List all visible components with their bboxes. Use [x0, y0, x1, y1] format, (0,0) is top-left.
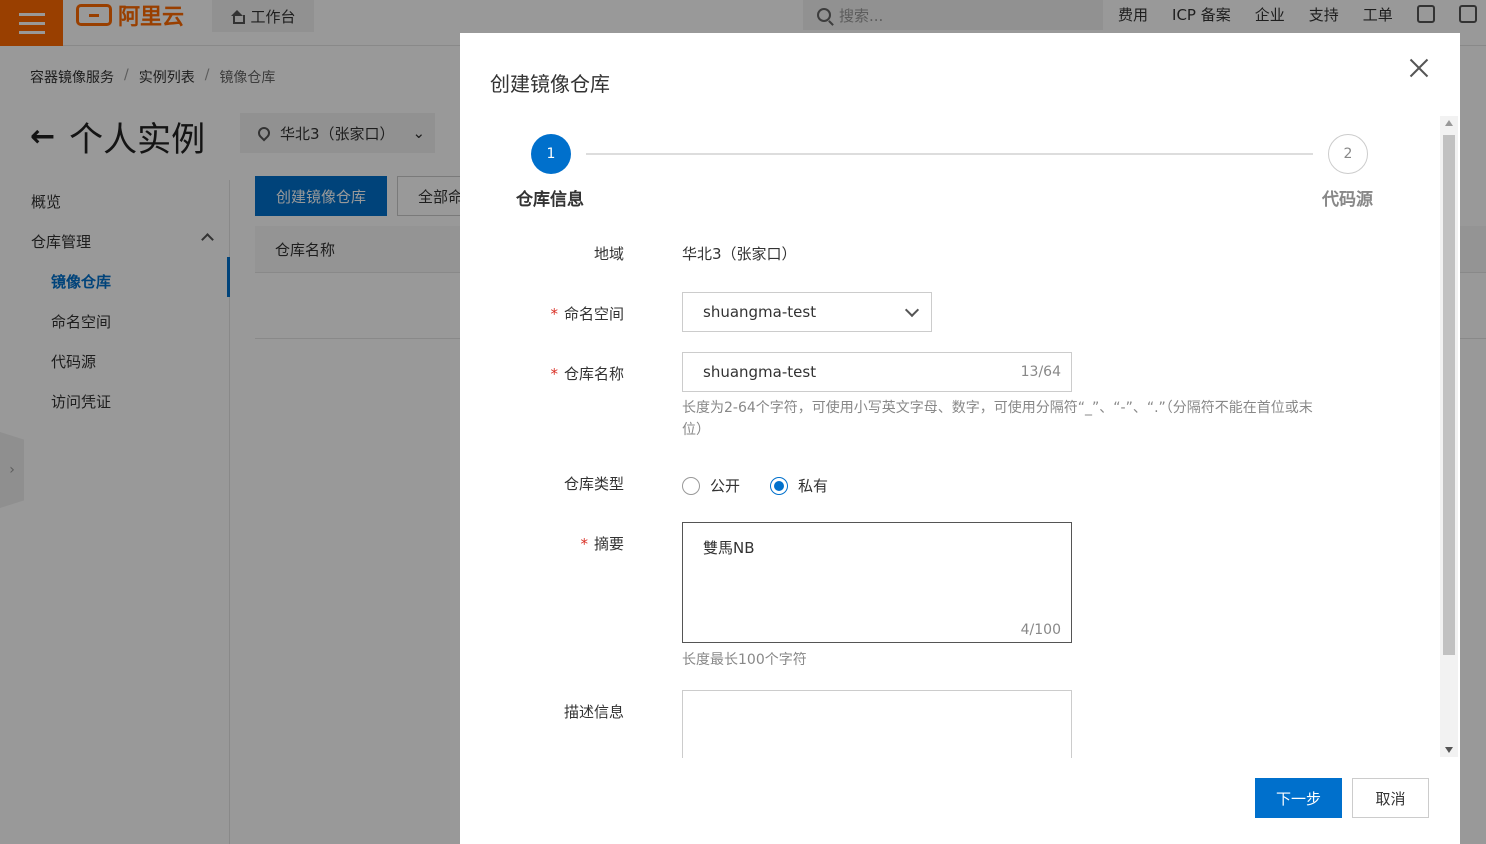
scroll-up-arrow-icon[interactable] — [1445, 120, 1453, 126]
namespace-label: * 命名空间 — [460, 303, 624, 324]
repo-name-input[interactable]: shuangma-test 13/64 — [682, 352, 1072, 392]
step-2-label: 代码源 — [1322, 190, 1373, 210]
region-value: 华北3（张家口） — [682, 245, 797, 263]
namespace-select[interactable]: shuangma-test — [682, 292, 932, 332]
namespace-select-value: shuangma-test — [703, 303, 817, 321]
repo-type-public-label[interactable]: 公开 — [710, 475, 740, 496]
description-textarea[interactable] — [682, 690, 1072, 758]
summary-counter: 4/100 — [1020, 622, 1061, 638]
dialog-title: 创建镜像仓库 — [490, 72, 610, 96]
summary-textarea[interactable]: 雙馬NB 4/100 — [682, 522, 1072, 643]
repo-name-hint: 长度为2-64个字符，可使用小写英文字母、数字，可使用分隔符“_”、“-”、“.… — [682, 400, 1313, 438]
step-2-indicator: 2 — [1328, 134, 1368, 174]
required-mark: * — [580, 535, 588, 553]
repo-name-label-text: 仓库名称 — [563, 365, 624, 383]
next-step-button[interactable]: 下一步 — [1255, 778, 1342, 818]
repo-type-public-radio[interactable] — [682, 476, 700, 495]
summary-label-text: 摘要 — [593, 535, 624, 553]
step-1-indicator: 1 — [531, 134, 571, 174]
dialog-scrollbar[interactable] — [1440, 116, 1458, 757]
chevron-down-icon — [904, 302, 920, 318]
repo-type-private-radio[interactable] — [770, 476, 789, 495]
repo-type-label: 仓库类型 — [563, 475, 624, 493]
create-repo-dialog: 创建镜像仓库 1 2 仓库信息 代码源 地域 华北3（张家口） * 命名空间 sh… — [460, 33, 1460, 844]
region-label: 地域 — [593, 245, 624, 263]
summary-value: 雙馬NB — [703, 539, 755, 557]
repo-type-private-label[interactable]: 私有 — [798, 475, 828, 496]
repo-name-value: shuangma-test — [703, 363, 817, 381]
description-label: 描述信息 — [563, 703, 624, 721]
repo-type-radio-group: 公开 私有 — [682, 475, 828, 496]
scrollbar-thumb[interactable] — [1443, 135, 1455, 655]
step-1-label: 仓库信息 — [516, 190, 584, 210]
step-connector — [586, 153, 1313, 155]
required-mark: * — [550, 365, 558, 383]
repo-name-counter: 13/64 — [1020, 364, 1061, 380]
summary-label: * 摘要 — [460, 533, 624, 554]
namespace-label-text: 命名空间 — [563, 305, 624, 323]
close-icon[interactable] — [1408, 57, 1430, 79]
scroll-down-arrow-icon[interactable] — [1445, 747, 1453, 753]
repo-name-label: * 仓库名称 — [460, 363, 624, 384]
cancel-button[interactable]: 取消 — [1352, 778, 1429, 818]
required-mark: * — [550, 305, 558, 323]
summary-hint: 长度最长100个字符 — [682, 652, 807, 668]
